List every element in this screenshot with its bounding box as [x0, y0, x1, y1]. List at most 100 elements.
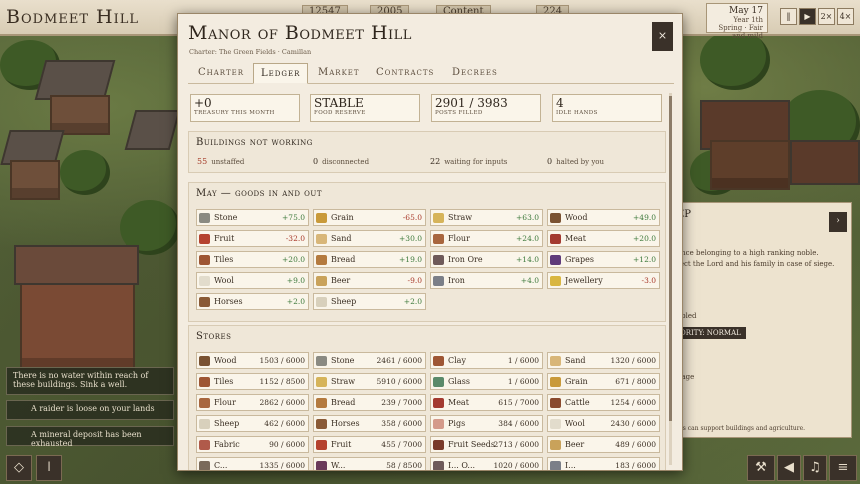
build-mode-button[interactable]: ◇: [6, 455, 32, 481]
goods-name: Tiles: [214, 255, 234, 264]
goods-item[interactable]: Bread 239 / 7000: [313, 394, 426, 411]
tab-ledger[interactable]: Ledger: [253, 63, 309, 84]
goods-item[interactable]: Straw 5910 / 6000: [313, 373, 426, 390]
date-day: May 17: [729, 6, 763, 16]
goods-item[interactable]: Beer -9.0: [313, 272, 426, 289]
goods-item[interactable]: Fruit Seeds 2713 / 6000: [430, 436, 543, 453]
bnw-halted[interactable]: 0 halted by you: [547, 157, 604, 166]
goods-name: Wood: [214, 356, 237, 365]
goods-item[interactable]: Pigs 384 / 6000: [430, 415, 543, 432]
sound-icon[interactable]: ◀: [777, 455, 801, 481]
goods-item[interactable]: Sand 1320 / 6000: [547, 352, 660, 369]
goods-item[interactable]: Tiles 1152 / 8500: [196, 373, 309, 390]
flour-icon: [433, 234, 444, 244]
goods-name: Jewellery: [565, 276, 603, 285]
goods-item[interactable]: C... 1335 / 6000: [196, 457, 309, 470]
goods-value: 455 / 7000: [381, 440, 422, 449]
goods-item[interactable]: Meat 615 / 7000: [430, 394, 543, 411]
goods-value: 2713 / 6000: [493, 440, 539, 449]
sand-icon: [550, 356, 561, 366]
goods-item[interactable]: Horses 358 / 6000: [313, 415, 426, 432]
goods-name: Straw: [331, 377, 356, 386]
summary-value: +0: [194, 96, 212, 110]
section-heading: Buildings not working: [196, 137, 313, 148]
charter-subtitle: Charter: The Green Fields · Camillan: [189, 48, 312, 56]
priority-button[interactable]: ORITY: NORMAL: [675, 327, 746, 339]
menu-icon[interactable]: ≡: [829, 455, 857, 481]
date-weather: Spring · Fair and mild: [718, 24, 763, 40]
goods-item[interactable]: Stone +75.0: [196, 209, 309, 226]
wood-icon: [550, 213, 561, 223]
goods-item[interactable]: I... 183 / 6000: [547, 457, 660, 470]
ledger-content[interactable]: +0 Treasury this month STABLE Food reser…: [188, 92, 668, 470]
goods-item[interactable]: Iron Ore +14.0: [430, 251, 543, 268]
goods-item[interactable]: I... O... 1020 / 6000: [430, 457, 543, 470]
goods-item[interactable]: Iron +4.0: [430, 272, 543, 289]
goods-item[interactable]: Wood +49.0: [547, 209, 660, 226]
notice-raider[interactable]: A raider is loose on your lands: [6, 400, 174, 420]
goods-item[interactable]: Fruit 455 / 7000: [313, 436, 426, 453]
goods-item[interactable]: W... 58 / 8500: [313, 457, 426, 470]
goods-item[interactable]: Grain 671 / 8000: [547, 373, 660, 390]
bnw-waiting[interactable]: 22 waiting for inputs: [430, 157, 507, 166]
goods-item[interactable]: Meat +20.0: [547, 230, 660, 247]
goods-item[interactable]: Jewellery -3.0: [547, 272, 660, 289]
notice-deposit[interactable]: A mineral deposit has been exhausted: [6, 426, 174, 448]
music-icon[interactable]: ♫: [803, 455, 827, 481]
goods-item[interactable]: Tiles +20.0: [196, 251, 309, 268]
goods-item[interactable]: Cattle 1254 / 6000: [547, 394, 660, 411]
horses-icon: [199, 297, 210, 307]
goods-item[interactable]: Flour +24.0: [430, 230, 543, 247]
goods-item[interactable]: Sheep 462 / 6000: [196, 415, 309, 432]
goods-item[interactable]: Beer 489 / 6000: [547, 436, 660, 453]
goods-value: +2.0: [286, 297, 305, 306]
fruit-icon: [199, 234, 210, 244]
goods-item[interactable]: Wool +9.0: [196, 272, 309, 289]
bnw-disconnected[interactable]: 0 disconnected: [313, 157, 369, 166]
scrollbar-thumb[interactable]: [669, 96, 672, 421]
goods-item[interactable]: Fruit -32.0: [196, 230, 309, 247]
tab-contracts[interactable]: Contracts: [376, 63, 434, 84]
panel-text-2: tect the Lord and his family in case of …: [677, 260, 835, 268]
section-heading: May — goods in and out: [196, 188, 322, 199]
speed-2x-button[interactable]: 2×: [818, 8, 835, 25]
goods-item[interactable]: Grapes +12.0: [547, 251, 660, 268]
goods-item[interactable]: Fabric 90 / 6000: [196, 436, 309, 453]
hammer-icon[interactable]: ⚒: [747, 455, 775, 481]
date-panel: May 17 Year 1th Spring · Fair and mild: [706, 3, 768, 40]
goods-name: Iron: [448, 276, 465, 285]
goods-item[interactable]: Horses +2.0: [196, 293, 309, 310]
goods-item[interactable]: Sand +30.0: [313, 230, 426, 247]
goods-item[interactable]: Glass 1 / 6000: [430, 373, 543, 390]
bnw-unstaffed[interactable]: 55 unstaffed: [197, 157, 244, 166]
summary-posts: 2901 / 3983 Posts filled: [431, 94, 541, 122]
goods-item[interactable]: Bread +19.0: [313, 251, 426, 268]
goods-item[interactable]: Stone 2461 / 6000: [313, 352, 426, 369]
goods-item[interactable]: Grain -65.0: [313, 209, 426, 226]
pause-button[interactable]: ‖: [780, 8, 797, 25]
goods-item[interactable]: Clay 1 / 6000: [430, 352, 543, 369]
goods-item[interactable]: Wood 1503 / 6000: [196, 352, 309, 369]
goods-value: 1254 / 6000: [610, 398, 656, 407]
bnw-label: disconnected: [322, 158, 370, 166]
goods-item[interactable]: Sheep +2.0: [313, 293, 426, 310]
goods-name: Fruit Seeds: [448, 440, 496, 449]
notice-no-water[interactable]: There is no water within reach of these …: [6, 367, 174, 395]
tab-market[interactable]: Market: [318, 63, 360, 84]
goods-icon: [550, 461, 561, 470]
tool-button[interactable]: ǀ: [36, 455, 62, 481]
close-button[interactable]: ×: [652, 22, 673, 51]
panel-close-button[interactable]: ›: [829, 212, 847, 232]
goods-name: Fruit: [214, 234, 235, 243]
goods-value: 1 / 6000: [507, 377, 539, 386]
goods-name: Grain: [331, 213, 354, 222]
goods-name: Stone: [331, 356, 355, 365]
goods-item[interactable]: Wool 2430 / 6000: [547, 415, 660, 432]
tab-charter[interactable]: Charter: [198, 63, 244, 84]
tab-decrees[interactable]: Decrees: [452, 63, 498, 84]
bnw-count: 0: [313, 157, 319, 166]
goods-item[interactable]: Straw +63.0: [430, 209, 543, 226]
play-button[interactable]: ▶: [799, 8, 816, 25]
speed-4x-button[interactable]: 4×: [837, 8, 854, 25]
goods-item[interactable]: Flour 2862 / 6000: [196, 394, 309, 411]
